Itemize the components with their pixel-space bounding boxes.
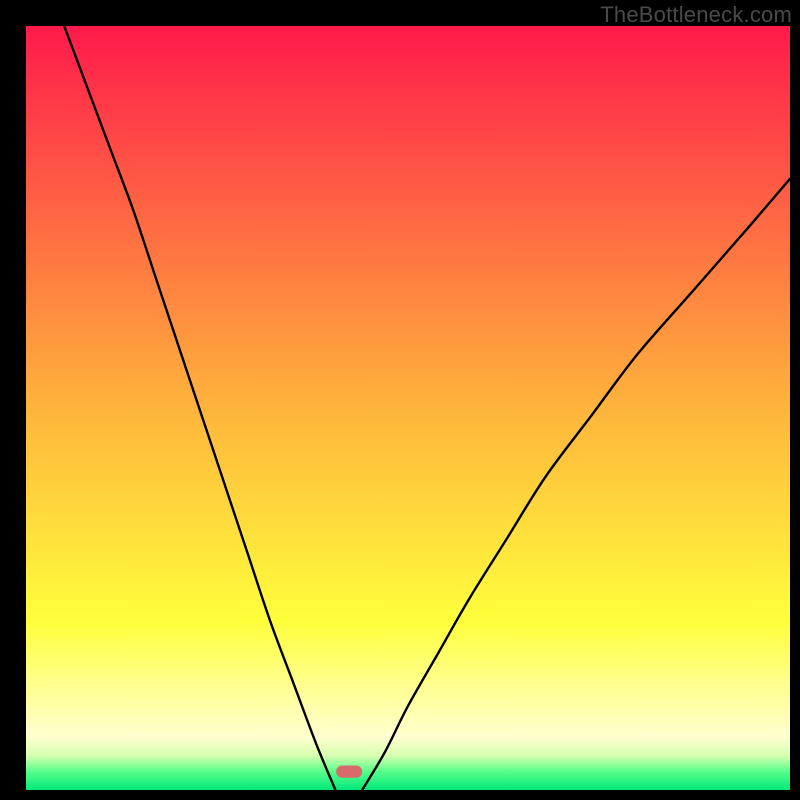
watermark-text: TheBottleneck.com — [600, 2, 792, 28]
bottleneck-chart — [0, 0, 800, 800]
plot-area — [26, 26, 790, 790]
optimum-marker — [336, 766, 362, 778]
chart-stage: TheBottleneck.com — [0, 0, 800, 800]
